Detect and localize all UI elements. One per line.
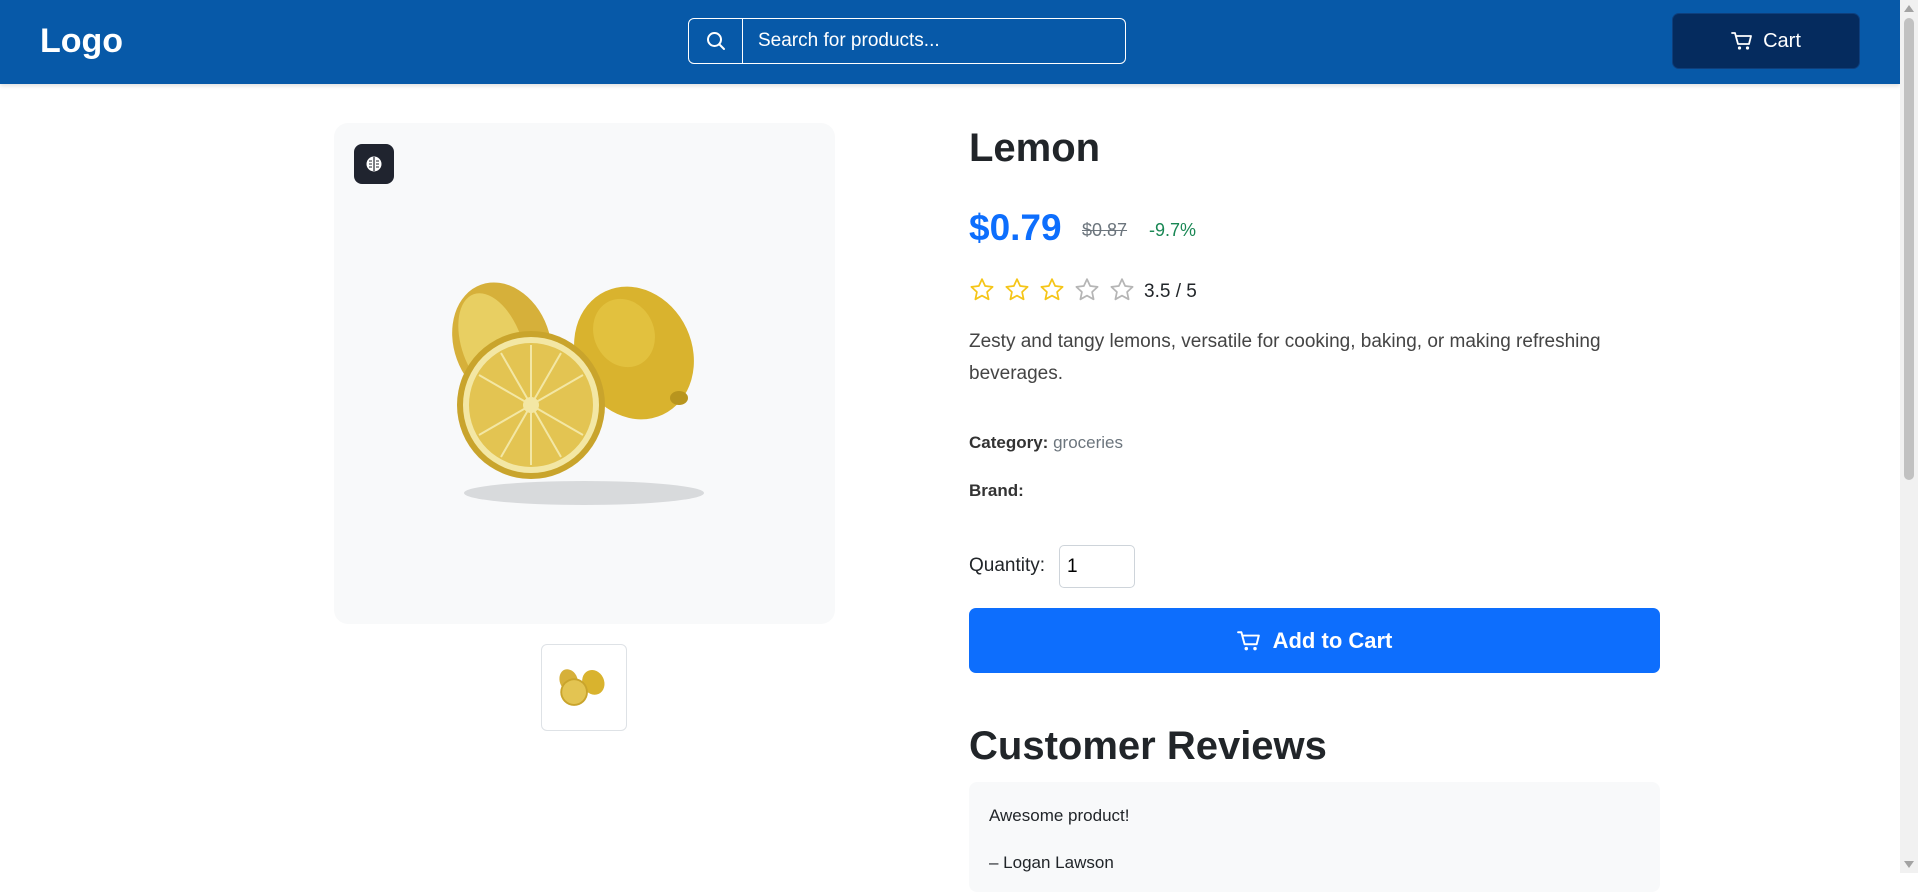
original-price: $0.87 [1082,220,1128,240]
product-image-card [334,123,835,624]
product-image [452,282,704,505]
review-text: Awesome product! [989,806,1130,825]
cart-icon [1236,630,1260,650]
star-icon [1110,278,1134,301]
quantity-input[interactable] [1059,545,1135,588]
search-input[interactable] [743,19,1125,63]
category-label: Category: [969,433,1049,452]
product-description: Zesty and tangy lemons, versatile for co… [969,331,1601,384]
product-price: $0.79 [969,207,1062,248]
reviews-title: Customer Reviews [969,724,1327,768]
search-button[interactable] [689,19,743,63]
scrollbar[interactable] [1900,0,1918,873]
product-title: Lemon [969,126,1101,170]
review-card: Awesome product! – Logan Lawson [969,782,1660,892]
brand-row: Brand: [969,481,1024,501]
scroll-up-arrow-icon[interactable] [1904,5,1914,12]
brand-label: Brand: [969,481,1024,500]
logo[interactable]: Logo [40,22,123,61]
cart-button[interactable]: Cart [1672,13,1860,69]
cart-icon [1731,32,1752,50]
quantity-label: Quantity: [969,555,1046,576]
discount-badge: -9.7% [1149,220,1197,240]
category-row: Category: groceries [969,433,1123,453]
cart-label: Cart [1763,29,1801,52]
star-icon [1075,278,1099,301]
star-icon [970,278,994,301]
rating-text: 3.5 / 5 [1144,281,1197,302]
product-thumbnail[interactable] [541,644,627,731]
lemon-slice-front [457,331,605,479]
star-icon [1005,278,1029,301]
review-author: – Logan Lawson [989,853,1114,872]
category-value: groceries [1053,433,1124,452]
search-icon [706,32,725,50]
thumbnail-image [559,668,605,706]
star-icon [1040,278,1064,301]
scroll-thumb[interactable] [1904,18,1914,480]
brain-icon [366,156,382,172]
ai-badge-button[interactable] [354,144,394,184]
scroll-down-arrow-icon[interactable] [1904,861,1914,868]
search-bar[interactable] [688,18,1126,64]
add-to-cart-label: Add to Cart [1272,627,1393,653]
navbar: Logo Cart [0,0,1900,84]
rating-stars [969,277,1135,303]
add-to-cart-button[interactable]: Add to Cart [969,608,1660,673]
